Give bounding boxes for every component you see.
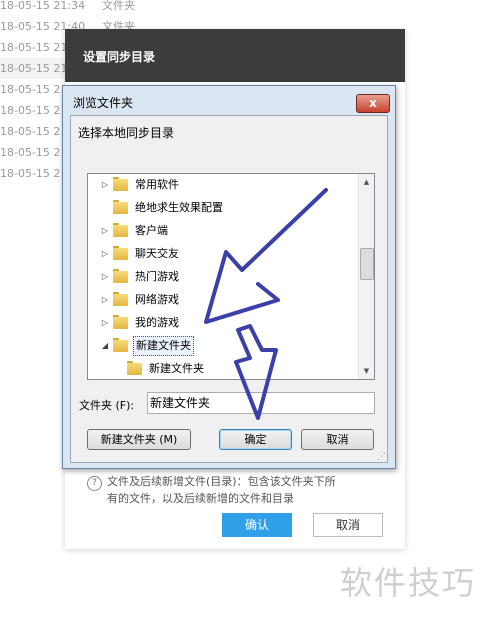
watermark: 软件技巧 (340, 564, 477, 602)
annotation-arrows (204, 188, 328, 420)
arrow-to-folder-icon (204, 188, 328, 324)
arrow-to-ok-icon (234, 324, 278, 420)
